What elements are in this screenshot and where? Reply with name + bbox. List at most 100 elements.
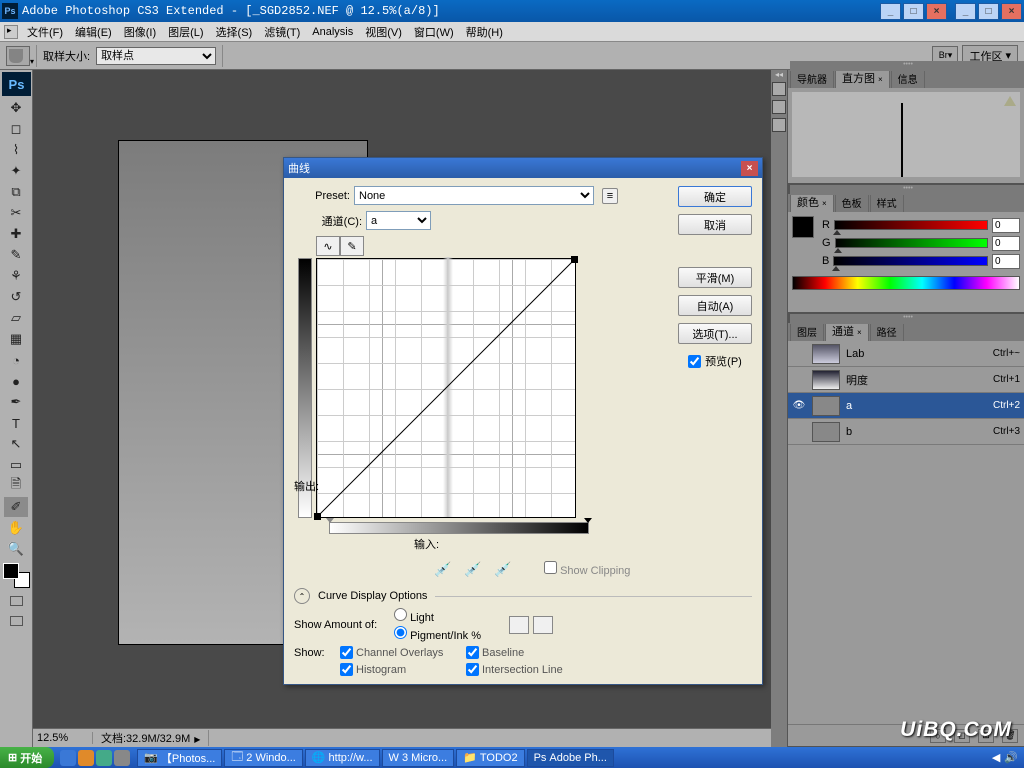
screen-mode[interactable]	[4, 612, 28, 630]
quickmask-standard[interactable]	[4, 592, 28, 610]
doc-close-button[interactable]: ×	[1001, 3, 1022, 20]
tab-info[interactable]: 信息	[891, 68, 925, 88]
notes-tool[interactable]: 🗎	[4, 476, 28, 496]
tab-navigator[interactable]: 导航器	[790, 68, 834, 88]
grid-simple-icon[interactable]	[509, 616, 529, 634]
doc-info[interactable]: 文档:32.9M/32.9M▶	[93, 730, 209, 746]
slice-tool[interactable]: ✂	[4, 203, 28, 223]
gradient-tool[interactable]: ▦	[4, 329, 28, 349]
type-tool[interactable]: T	[4, 413, 28, 433]
tab-paths[interactable]: 路径	[870, 321, 904, 341]
r-value[interactable]	[992, 218, 1020, 233]
task-4[interactable]: W3 Micro...	[382, 749, 455, 767]
curve-point-shadow[interactable]	[314, 513, 321, 520]
menu-window[interactable]: 窗口(W)	[408, 22, 460, 42]
stamp-tool[interactable]: ⚘	[4, 266, 28, 286]
zoom-tool[interactable]: 🔍	[4, 539, 28, 559]
minimize-button[interactable]: _	[880, 3, 901, 20]
grid-detailed-icon[interactable]	[533, 616, 553, 634]
ql-ie-icon[interactable]	[60, 750, 76, 766]
eraser-tool[interactable]: ▱	[4, 308, 28, 328]
color-swatch[interactable]	[792, 216, 814, 238]
blur-tool[interactable]: ◔	[4, 350, 28, 370]
task-6[interactable]: PsAdobe Ph...	[527, 749, 614, 767]
zoom-level[interactable]: 12.5%	[33, 732, 93, 744]
doc-restore-button[interactable]: □	[978, 3, 999, 20]
cb-baseline[interactable]	[466, 646, 479, 659]
white-point-dropper[interactable]: 💉	[494, 560, 512, 578]
menu-edit[interactable]: 编辑(E)	[69, 22, 118, 42]
pen-tool[interactable]: ✒	[4, 392, 28, 412]
r-slider[interactable]	[834, 220, 988, 230]
show-clipping-checkbox[interactable]	[544, 561, 557, 574]
menu-filter[interactable]: 滤镜(T)	[258, 22, 306, 42]
tool-preset-picker[interactable]	[6, 46, 30, 66]
brush-tool[interactable]: ✎	[4, 245, 28, 265]
b-slider[interactable]	[833, 256, 988, 266]
crop-tool[interactable]: ⧉	[4, 182, 28, 202]
cache-warning-icon[interactable]	[1004, 96, 1016, 106]
tab-styles[interactable]: 样式	[870, 192, 904, 212]
curve-grid[interactable]	[316, 258, 576, 518]
eye-icon[interactable]: 👁	[792, 400, 806, 411]
radio-pigment[interactable]	[394, 626, 407, 639]
tab-swatches[interactable]: 色板	[835, 192, 869, 212]
preset-select[interactable]: None	[354, 186, 594, 205]
task-1[interactable]: 📷【Photos...	[137, 749, 222, 767]
sample-size-select[interactable]: 取样点	[96, 47, 216, 65]
dock-icon-1[interactable]	[772, 82, 786, 96]
marquee-tool[interactable]: ◻	[4, 119, 28, 139]
dialog-close-icon[interactable]: ×	[741, 161, 758, 176]
shape-tool[interactable]: ▭	[4, 455, 28, 475]
task-3[interactable]: 🌐http://w...	[305, 749, 380, 767]
dock-icon-2[interactable]	[772, 100, 786, 114]
cb-overlays[interactable]	[340, 646, 353, 659]
task-2[interactable]: 🗔2 Windo...	[224, 749, 302, 767]
ql-app-icon[interactable]	[114, 750, 130, 766]
close-button[interactable]: ×	[926, 3, 947, 20]
system-tray[interactable]: ◀🔊	[986, 751, 1024, 764]
channel-row-lab[interactable]: LabCtrl+~	[788, 341, 1024, 367]
g-slider[interactable]	[835, 238, 988, 248]
curve-draw-tool[interactable]: ✎	[340, 236, 364, 256]
b-value[interactable]	[992, 254, 1020, 269]
ql-desktop-icon[interactable]	[96, 750, 112, 766]
dock-icon-3[interactable]	[772, 118, 786, 132]
dock-strip[interactable]: ◂◂	[771, 70, 788, 747]
cancel-button[interactable]: 取消	[678, 214, 752, 235]
cb-histogram[interactable]	[340, 663, 353, 676]
history-brush-tool[interactable]: ↺	[4, 287, 28, 307]
menu-layer[interactable]: 图层(L)	[162, 22, 209, 42]
options-button[interactable]: 选项(T)...	[678, 323, 752, 344]
channel-row-a[interactable]: 👁aCtrl+2	[788, 393, 1024, 419]
move-tool[interactable]: ✥	[4, 98, 28, 118]
curve-point-tool[interactable]: ∿	[316, 236, 340, 256]
app-scroll-icon[interactable]	[4, 25, 18, 39]
cdo-expand-icon[interactable]: ⌃	[294, 588, 310, 604]
menu-select[interactable]: 选择(S)	[210, 22, 259, 42]
channel-row-lightness[interactable]: 明度Ctrl+1	[788, 367, 1024, 393]
path-tool[interactable]: ↖	[4, 434, 28, 454]
menu-help[interactable]: 帮助(H)	[460, 22, 509, 42]
channel-row-b[interactable]: bCtrl+3	[788, 419, 1024, 445]
eyedropper-tool[interactable]: ✐	[4, 497, 28, 517]
restore-button[interactable]: □	[903, 3, 924, 20]
channel-select[interactable]: a	[366, 211, 431, 230]
heal-tool[interactable]: ✚	[4, 224, 28, 244]
ok-button[interactable]: 确定	[678, 186, 752, 207]
curve-point-highlight[interactable]	[571, 256, 578, 263]
start-button[interactable]: ⊞开始	[0, 747, 54, 768]
gray-point-dropper[interactable]: 💉	[464, 560, 482, 578]
wand-tool[interactable]: ✦	[4, 161, 28, 181]
menu-file[interactable]: 文件(F)	[21, 22, 69, 42]
cb-intersection[interactable]	[466, 663, 479, 676]
menu-analysis[interactable]: Analysis	[306, 24, 359, 40]
menu-view[interactable]: 视图(V)	[359, 22, 408, 42]
doc-minimize-button[interactable]: _	[955, 3, 976, 20]
smooth-button[interactable]: 平滑(M)	[678, 267, 752, 288]
task-5[interactable]: 📁TODO2	[456, 749, 524, 767]
radio-light[interactable]	[394, 608, 407, 621]
menu-image[interactable]: 图像(I)	[118, 22, 162, 42]
dodge-tool[interactable]: ●	[4, 371, 28, 391]
tab-layers[interactable]: 图层	[790, 321, 824, 341]
